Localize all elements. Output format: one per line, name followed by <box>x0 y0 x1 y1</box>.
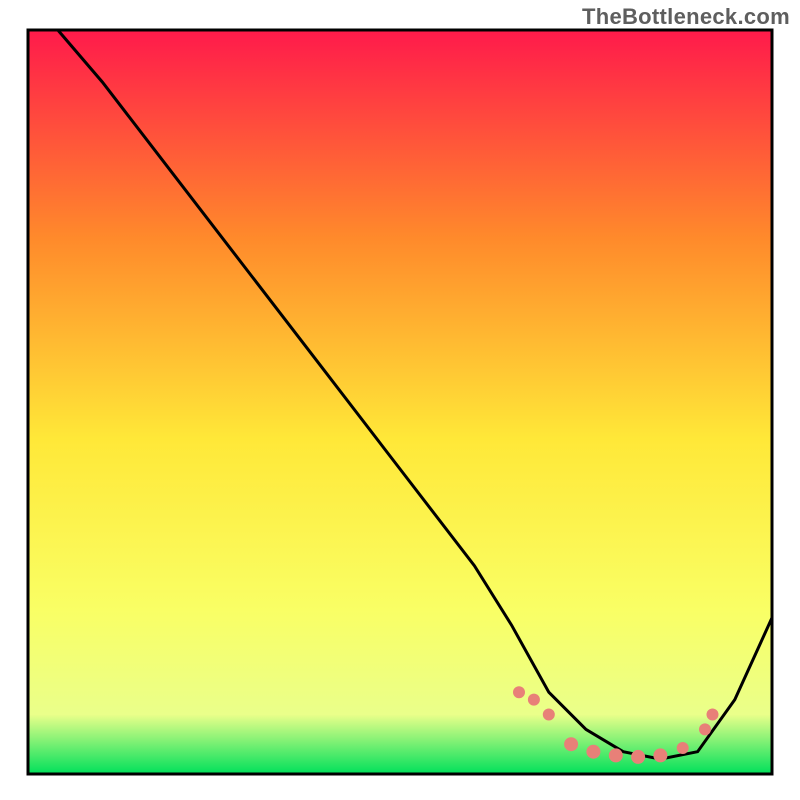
highlight-marker <box>699 723 711 735</box>
highlight-marker <box>528 694 540 706</box>
highlight-marker <box>653 748 667 762</box>
highlight-marker <box>513 686 525 698</box>
watermark-text: TheBottleneck.com <box>582 4 790 30</box>
highlight-marker <box>609 748 623 762</box>
bottleneck-chart <box>0 0 800 800</box>
highlight-marker <box>707 709 719 721</box>
highlight-marker <box>543 709 555 721</box>
plot-gradient-bg <box>28 30 772 774</box>
highlight-marker <box>631 750 645 764</box>
highlight-marker <box>677 742 689 754</box>
highlight-marker <box>564 737 578 751</box>
highlight-marker <box>586 745 600 759</box>
